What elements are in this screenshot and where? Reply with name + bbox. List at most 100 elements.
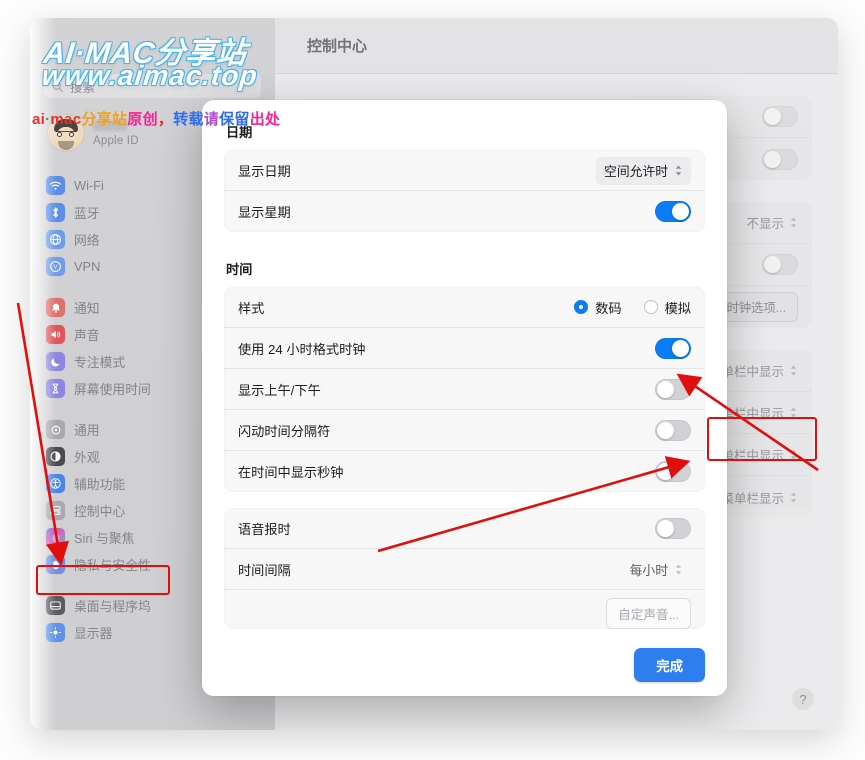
account-subtitle: Apple ID bbox=[93, 134, 139, 147]
sidebar-item-label: 声音 bbox=[74, 328, 100, 343]
screen: 搜索 Apple ID Wi-Fi 蓝牙 网络 V VPN 通知 声音 专注模式… bbox=[0, 0, 865, 760]
globe-icon bbox=[46, 230, 65, 249]
sidebar-item-label: 专注模式 bbox=[74, 355, 126, 370]
row-interval[interactable]: 时间间隔 每小时 bbox=[224, 549, 705, 590]
moon-icon bbox=[46, 352, 65, 371]
clock-options-button[interactable]: 时钟选项... bbox=[714, 292, 798, 322]
chevron-updown-icon bbox=[790, 217, 797, 228]
section-title-date: 日期 bbox=[226, 125, 253, 140]
sidebar-item-label: 外观 bbox=[74, 450, 100, 465]
sidebar-item-label: Siri 与聚焦 bbox=[74, 531, 135, 546]
chevron-updown-icon bbox=[675, 165, 682, 175]
radio-label: 数码 bbox=[595, 300, 622, 316]
radio-dot bbox=[643, 300, 658, 314]
popup-value: 每小时 bbox=[629, 562, 668, 578]
sidebar-item-label: 辅助功能 bbox=[74, 477, 126, 492]
row-label: 样式 bbox=[238, 300, 265, 316]
sidebar-item-label: 通用 bbox=[74, 423, 100, 438]
bluetooth-icon bbox=[46, 203, 65, 222]
gear-icon bbox=[46, 420, 65, 439]
accessibility-icon bbox=[46, 474, 65, 493]
show-weekday-toggle[interactable] bbox=[655, 201, 691, 222]
toggle[interactable] bbox=[762, 106, 798, 127]
help-button[interactable]: ? bbox=[792, 688, 814, 710]
vpn-globe-icon: V bbox=[46, 257, 65, 276]
show-ampm-toggle[interactable] bbox=[655, 378, 691, 400]
done-button[interactable]: 完成 bbox=[634, 648, 705, 682]
flash-separator-toggle[interactable] bbox=[655, 419, 691, 441]
time-card: 样式 数码 模拟 使用 24 小时格式时钟 显示上午/下午 闪动时间分隔符 在时… bbox=[224, 287, 705, 492]
speaker-icon bbox=[46, 325, 65, 344]
row-label: 在时间中显示秒钟 bbox=[238, 465, 344, 480]
appearance-icon bbox=[46, 447, 65, 466]
sidebar-item-label: Wi-Fi bbox=[74, 178, 104, 193]
sidebar-item-label: 通知 bbox=[74, 301, 100, 316]
account-name-redacted bbox=[93, 119, 127, 131]
sheet-footer: 完成 bbox=[202, 634, 727, 696]
row-label: 使用 24 小时格式时钟 bbox=[238, 341, 366, 357]
popup-button[interactable]: 不显示 bbox=[746, 213, 798, 232]
privacy-hand-icon bbox=[46, 555, 65, 574]
row-flash-separator[interactable]: 闪动时间分隔符 bbox=[224, 410, 705, 451]
system-settings-window: 搜索 Apple ID Wi-Fi 蓝牙 网络 V VPN 通知 声音 专注模式… bbox=[30, 18, 838, 730]
sidebar-item-label: 显示器 bbox=[74, 626, 113, 641]
siri-icon bbox=[46, 528, 65, 547]
search-icon bbox=[52, 80, 64, 92]
chevron-updown-icon bbox=[790, 365, 797, 376]
search-placeholder: 搜索 bbox=[70, 80, 96, 95]
page-title: 控制中心 bbox=[307, 38, 368, 55]
show-seconds-toggle[interactable] bbox=[655, 461, 691, 482]
search-field[interactable]: 搜索 bbox=[44, 74, 261, 98]
toggle[interactable] bbox=[762, 254, 798, 275]
row-ampm[interactable]: 显示上午/下午 bbox=[224, 369, 705, 410]
sidebar-item-label: 蓝牙 bbox=[74, 206, 100, 221]
sidebar-item-label: 网络 bbox=[74, 233, 100, 248]
sheet-body: 日期 显示日期 空间允许时 显示星期 时间 样式 数码 模拟 使用 24 小时格… bbox=[202, 100, 727, 634]
row-announce-time[interactable]: 语音报时 bbox=[224, 508, 705, 549]
custom-voice-row: 自定声音... bbox=[224, 590, 705, 629]
row-label: 显示上午/下午 bbox=[238, 382, 321, 398]
row-label: 显示星期 bbox=[238, 205, 291, 220]
show-date-popup[interactable]: 空间允许时 bbox=[596, 156, 691, 184]
radio-digital[interactable]: 数码 bbox=[574, 298, 622, 317]
svg-text:V: V bbox=[54, 265, 58, 271]
radio-label: 模拟 bbox=[664, 300, 691, 316]
row-label: 时间间隔 bbox=[238, 562, 291, 578]
custom-voice-button[interactable]: 自定声音... bbox=[606, 598, 691, 629]
content-header: 控制中心 bbox=[275, 18, 838, 74]
control-center-icon bbox=[46, 501, 65, 520]
bell-icon bbox=[46, 298, 65, 317]
desktop-dock-icon bbox=[46, 596, 65, 615]
radio-dot-selected bbox=[574, 300, 589, 314]
row-label: 闪动时间分隔符 bbox=[238, 423, 331, 439]
row-label: 语音报时 bbox=[238, 521, 291, 537]
announce-time-toggle[interactable] bbox=[655, 517, 691, 539]
row-24h[interactable]: 使用 24 小时格式时钟 bbox=[224, 328, 705, 369]
date-card: 显示日期 空间允许时 显示星期 bbox=[224, 150, 705, 232]
sidebar-item-label: 桌面与程序坞 bbox=[74, 599, 151, 614]
chevron-updown-icon bbox=[790, 492, 797, 502]
row-style[interactable]: 样式 数码 模拟 bbox=[224, 287, 705, 328]
sidebar-item-label: 隐私与安全性 bbox=[74, 558, 151, 573]
chevron-updown-icon bbox=[790, 449, 797, 460]
sidebar-item-label: 控制中心 bbox=[74, 504, 126, 519]
chevron-updown-icon bbox=[675, 564, 682, 574]
sidebar-item-label: VPN bbox=[74, 259, 101, 274]
section-title-time: 时间 bbox=[226, 262, 253, 277]
wifi-icon bbox=[46, 176, 65, 195]
row-show-weekday[interactable]: 显示星期 bbox=[224, 191, 705, 232]
row-show-seconds[interactable]: 在时间中显示秒钟 bbox=[224, 451, 705, 492]
radio-analog[interactable]: 模拟 bbox=[643, 298, 691, 317]
hourglass-icon bbox=[46, 379, 65, 398]
clock-options-sheet: 日期 显示日期 空间允许时 显示星期 时间 样式 数码 模拟 使用 24 小时格… bbox=[202, 100, 727, 696]
interval-popup[interactable]: 每小时 bbox=[622, 556, 691, 583]
avatar bbox=[48, 115, 84, 151]
use-24h-toggle[interactable] bbox=[655, 337, 691, 359]
sidebar-item-label: 屏幕使用时间 bbox=[74, 382, 151, 397]
chevron-updown-icon bbox=[790, 407, 797, 418]
row-show-date[interactable]: 显示日期 空间允许时 bbox=[224, 150, 705, 191]
row-label: 显示日期 bbox=[238, 163, 291, 179]
announce-card: 语音报时 时间间隔 每小时 自定声音... bbox=[224, 508, 705, 629]
display-icon bbox=[46, 623, 65, 642]
toggle[interactable] bbox=[762, 148, 798, 170]
